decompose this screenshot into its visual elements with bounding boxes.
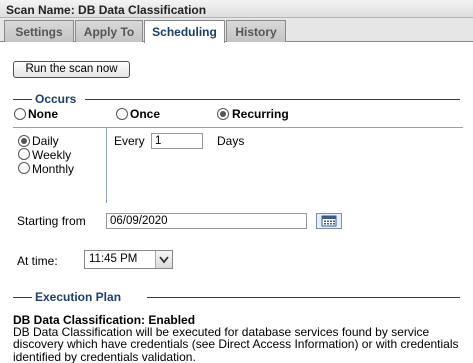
frequency-top-border — [13, 127, 463, 128]
at-time-label: At time: — [17, 254, 58, 268]
occurs-divider-left — [13, 99, 32, 100]
radio-none[interactable] — [14, 108, 26, 120]
time-select[interactable]: 11:45 PM — [84, 250, 173, 269]
time-select-value: 11:45 PM — [89, 253, 138, 265]
calendar-button[interactable] — [316, 213, 342, 229]
radio-once[interactable] — [116, 108, 128, 120]
radio-recurring-label: Recurring — [232, 107, 289, 121]
occurs-heading: Occurs — [35, 92, 77, 106]
radio-weekly[interactable] — [18, 148, 30, 160]
execution-plan-description: DB Data Classification will be executed … — [13, 325, 459, 363]
every-label: Every — [114, 134, 145, 148]
radio-daily[interactable] — [18, 135, 30, 147]
tab-apply-to[interactable]: Apply To — [75, 20, 143, 42]
starting-from-label: Starting from — [17, 214, 86, 228]
every-days-input[interactable]: 1 — [151, 133, 203, 149]
execution-plan-divider-left — [13, 297, 32, 298]
chevron-down-icon — [155, 251, 172, 268]
tab-history[interactable]: History — [226, 20, 286, 42]
start-date-input[interactable]: 06/09/2020 — [106, 213, 307, 229]
radio-weekly-label: Weekly — [32, 148, 72, 162]
tab-scheduling[interactable]: Scheduling — [144, 20, 225, 43]
radio-none-label: None — [28, 107, 58, 121]
radio-daily-label: Daily — [32, 134, 59, 148]
tab-settings[interactable]: Settings — [4, 20, 74, 42]
radio-once-label: Once — [130, 107, 161, 121]
frequency-divider — [106, 128, 107, 203]
radio-monthly[interactable] — [18, 162, 30, 174]
radio-recurring[interactable] — [217, 108, 229, 120]
scan-name-title: Scan Name: DB Data Classification — [0, 0, 473, 18]
radio-monthly-label: Monthly — [32, 162, 75, 176]
execution-plan-divider-right — [147, 297, 460, 298]
tab-strip: Settings Apply To Scheduling History — [0, 18, 473, 43]
days-label: Days — [217, 134, 245, 148]
run-scan-now-button[interactable]: Run the scan now — [13, 61, 130, 78]
occurs-divider-right — [85, 99, 460, 100]
calendar-icon — [321, 215, 337, 227]
execution-plan-heading: Execution Plan — [35, 290, 122, 304]
